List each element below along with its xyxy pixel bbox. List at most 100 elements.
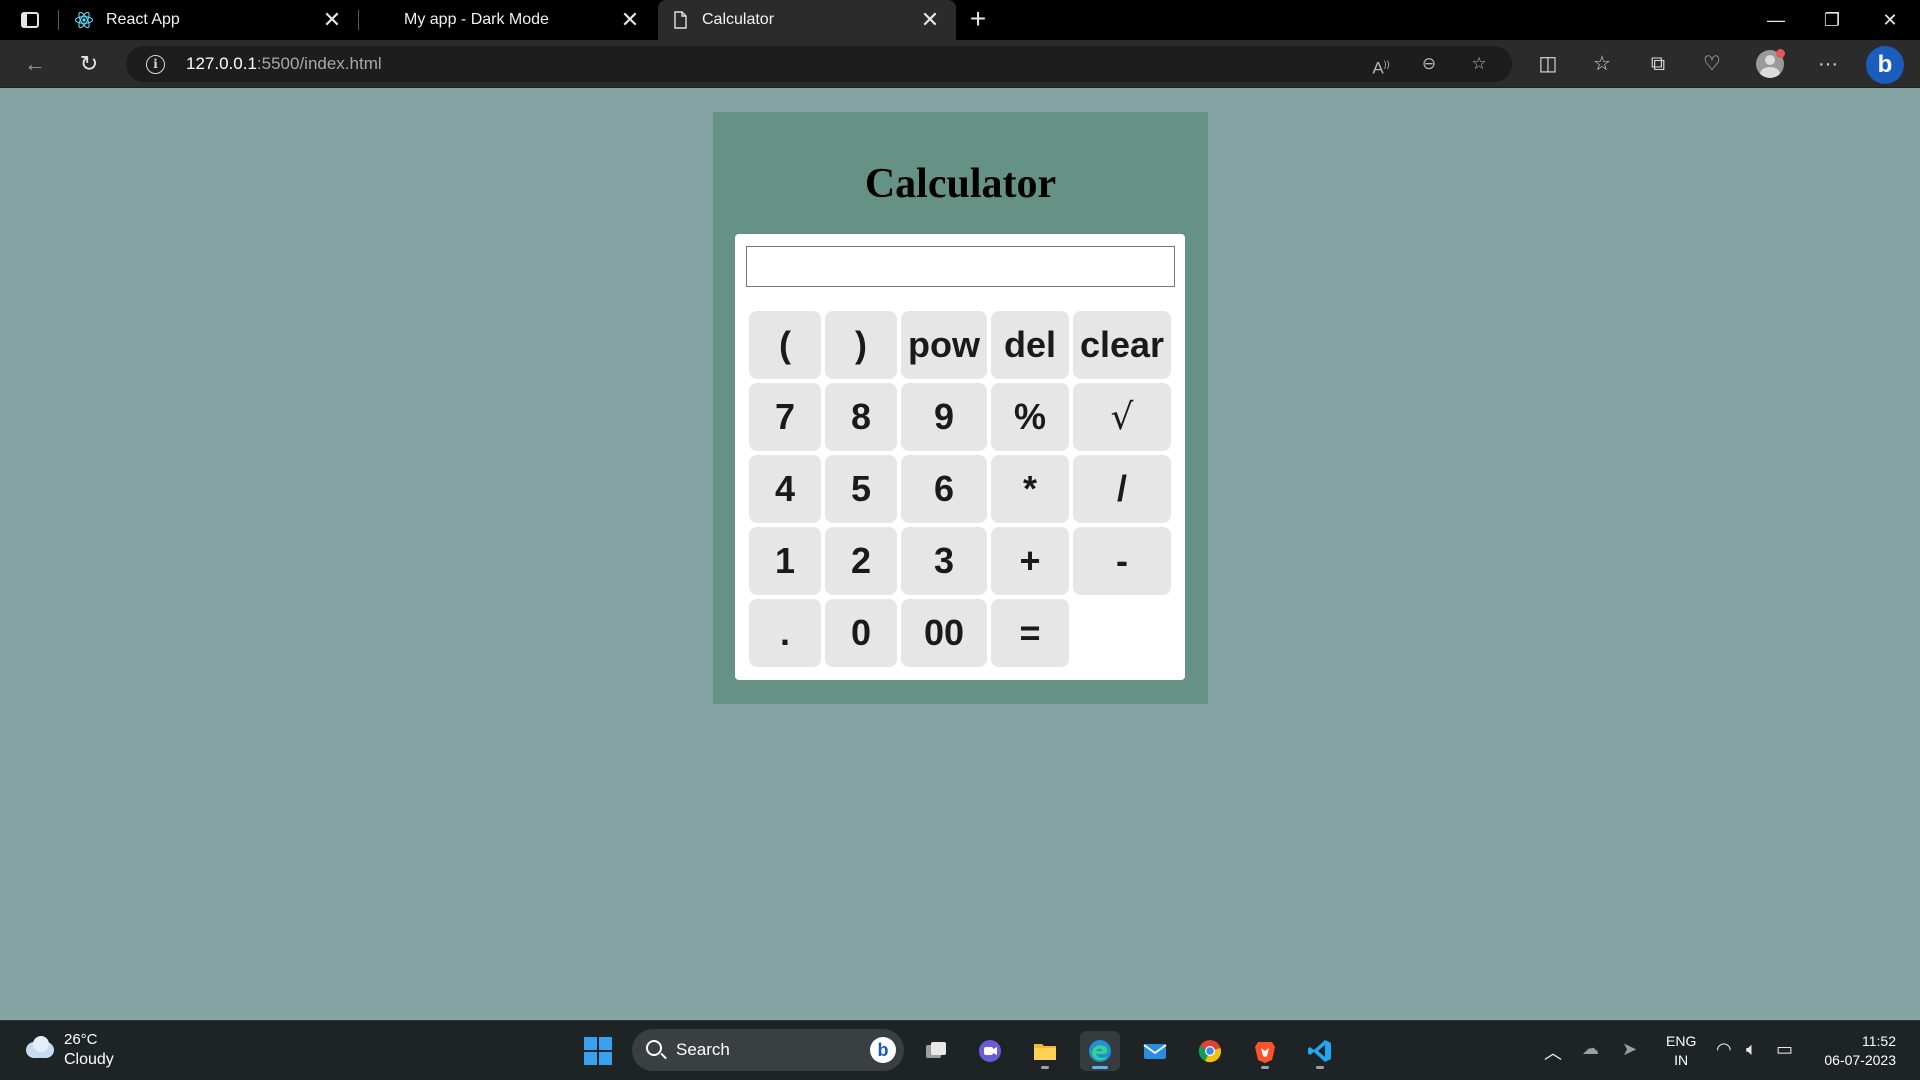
address-bar[interactable]: i 127.0.0.1:5500/index.html A)) ⊖ ☆ xyxy=(126,46,1512,82)
clock-date: 06-07-2023 xyxy=(1824,1052,1896,1068)
delete-key[interactable]: del xyxy=(991,311,1069,379)
site-info-icon[interactable]: i xyxy=(146,55,165,74)
chrome-button[interactable] xyxy=(1190,1031,1230,1071)
more-options-icon[interactable]: ··· xyxy=(1812,50,1844,78)
divide-key[interactable]: / xyxy=(1073,455,1171,523)
double-zero-key[interactable]: 00 xyxy=(901,599,987,667)
close-window-button[interactable]: ✕ xyxy=(1862,0,1918,40)
folder-icon xyxy=(1034,1044,1056,1060)
tab-title: My app - Dark Mode xyxy=(404,11,549,28)
file-explorer-button[interactable] xyxy=(1025,1031,1065,1071)
digit-8-key[interactable]: 8 xyxy=(825,383,897,451)
clear-key[interactable]: clear xyxy=(1073,311,1171,379)
teams-chat-icon xyxy=(979,1040,1001,1062)
language-code: ENG xyxy=(1666,1033,1697,1049)
digit-0-key[interactable]: 0 xyxy=(825,599,897,667)
url-text[interactable]: 127.0.0.1:5500/index.html xyxy=(186,54,382,74)
tab-react-app[interactable]: React App ✕ xyxy=(62,0,358,40)
digit-2-key[interactable]: 2 xyxy=(825,527,897,595)
digit-7-key[interactable]: 7 xyxy=(749,383,821,451)
digit-5-key[interactable]: 5 xyxy=(825,455,897,523)
read-aloud-icon[interactable]: A)) xyxy=(1368,52,1394,78)
new-tab-button[interactable]: + xyxy=(962,4,994,36)
split-screen-icon[interactable]: ◫ xyxy=(1532,50,1564,78)
vscode-button[interactable] xyxy=(1300,1031,1340,1071)
digit-4-key[interactable]: 4 xyxy=(749,455,821,523)
close-tab-icon[interactable]: ✕ xyxy=(616,6,644,34)
square-root-key[interactable]: √ xyxy=(1073,383,1171,451)
back-button[interactable]: ← xyxy=(18,48,52,80)
close-tab-icon[interactable]: ✕ xyxy=(318,6,346,34)
refresh-button[interactable]: ↻ xyxy=(72,48,106,80)
bing-icon: b xyxy=(870,1037,896,1063)
edge-browser-button[interactable] xyxy=(1080,1031,1120,1071)
app-running-indicator xyxy=(1316,1066,1324,1069)
system-clock[interactable]: 11:52 06-07-2023 xyxy=(1812,1032,1896,1070)
tab-actions-button[interactable] xyxy=(14,8,46,32)
minimize-button[interactable]: — xyxy=(1748,0,1804,40)
zoom-out-icon[interactable]: ⊖ xyxy=(1416,52,1442,76)
brave-browser-button[interactable] xyxy=(1245,1031,1285,1071)
digit-9-key[interactable]: 9 xyxy=(901,383,987,451)
taskbar-search-box[interactable]: Search b xyxy=(632,1029,904,1071)
open-paren-key[interactable]: ( xyxy=(749,311,821,379)
plus-icon: + xyxy=(969,3,987,34)
profile-notification-dot xyxy=(1776,49,1785,58)
browser-toolbar: ← ↻ i 127.0.0.1:5500/index.html A)) ⊖ ☆ … xyxy=(0,40,1920,88)
task-view-button[interactable] xyxy=(916,1031,956,1071)
react-logo-icon xyxy=(74,11,94,29)
equals-key[interactable]: = xyxy=(991,599,1069,667)
windows-logo-pane xyxy=(599,1052,612,1065)
teams-chat-button[interactable] xyxy=(970,1031,1010,1071)
search-icon xyxy=(646,1040,662,1056)
wifi-icon[interactable]: ◠ xyxy=(1716,1039,1732,1060)
calculator-display-input[interactable] xyxy=(746,246,1175,287)
bing-copilot-button[interactable]: b xyxy=(1866,46,1904,84)
onedrive-offline-icon[interactable]: ☁ xyxy=(1582,1039,1599,1059)
mail-button[interactable] xyxy=(1135,1031,1175,1071)
favorites-icon[interactable]: ☆ xyxy=(1586,50,1618,78)
send-location-icon[interactable]: ➤ xyxy=(1622,1039,1637,1060)
minus-key[interactable]: - xyxy=(1073,527,1171,595)
collections-icon[interactable]: ⧉ xyxy=(1642,50,1674,78)
decimal-key[interactable]: . xyxy=(749,599,821,667)
weather-description[interactable]: Cloudy xyxy=(64,1051,114,1069)
url-host: 127.0.0.1 xyxy=(186,54,257,73)
multiply-key[interactable]: * xyxy=(991,455,1069,523)
app-running-indicator xyxy=(1092,1066,1108,1069)
back-arrow-icon: ← xyxy=(24,51,46,76)
digit-1-key[interactable]: 1 xyxy=(749,527,821,595)
battery-icon[interactable]: ▭ xyxy=(1776,1039,1793,1060)
input-language-indicator[interactable]: ENG IN xyxy=(1666,1032,1696,1070)
search-label: Search xyxy=(676,1040,730,1059)
favorite-star-icon[interactable]: ☆ xyxy=(1466,52,1492,76)
app-running-indicator xyxy=(1041,1066,1049,1069)
tab-separator xyxy=(58,10,59,30)
close-tab-icon[interactable]: ✕ xyxy=(916,6,944,34)
browser-essentials-icon[interactable]: ♡ xyxy=(1696,50,1728,78)
calculator-container: Calculator () pow del clear 7 8 9% √ 4 5 6 */ 1 2 3 + -.… xyxy=(713,112,1208,704)
start-button[interactable] xyxy=(584,1037,612,1065)
volume-icon[interactable]: 🔈︎ xyxy=(1746,1039,1757,1060)
task-view-icon xyxy=(926,1042,946,1058)
brave-lion-icon xyxy=(1255,1042,1275,1063)
vscode-icon xyxy=(1308,1040,1331,1062)
cloudy-weather-icon[interactable] xyxy=(22,1036,56,1058)
power-key[interactable]: pow xyxy=(901,311,987,379)
bing-icon: b xyxy=(1877,51,1893,78)
digit-6-key[interactable]: 6 xyxy=(901,455,987,523)
mail-icon xyxy=(1143,1044,1167,1059)
windows-logo-pane xyxy=(599,1037,612,1050)
restore-button[interactable]: ❐ xyxy=(1804,0,1860,40)
percent-key[interactable]: % xyxy=(991,383,1069,451)
digit-3-key[interactable]: 3 xyxy=(901,527,987,595)
weather-temperature[interactable]: 26°C xyxy=(64,1031,98,1048)
tab-calculator[interactable]: Calculator ✕ xyxy=(658,0,956,40)
plus-key[interactable]: + xyxy=(991,527,1069,595)
tab-my-app-dark-mode[interactable]: My app - Dark Mode ✕ xyxy=(360,0,656,40)
show-hidden-icons-chevron-icon[interactable]: ︿ xyxy=(1544,1039,1562,1065)
page-document-icon xyxy=(674,11,687,29)
restore-icon: ❐ xyxy=(1823,10,1841,30)
close-paren-key[interactable]: ) xyxy=(825,311,897,379)
refresh-icon: ↻ xyxy=(79,51,99,76)
